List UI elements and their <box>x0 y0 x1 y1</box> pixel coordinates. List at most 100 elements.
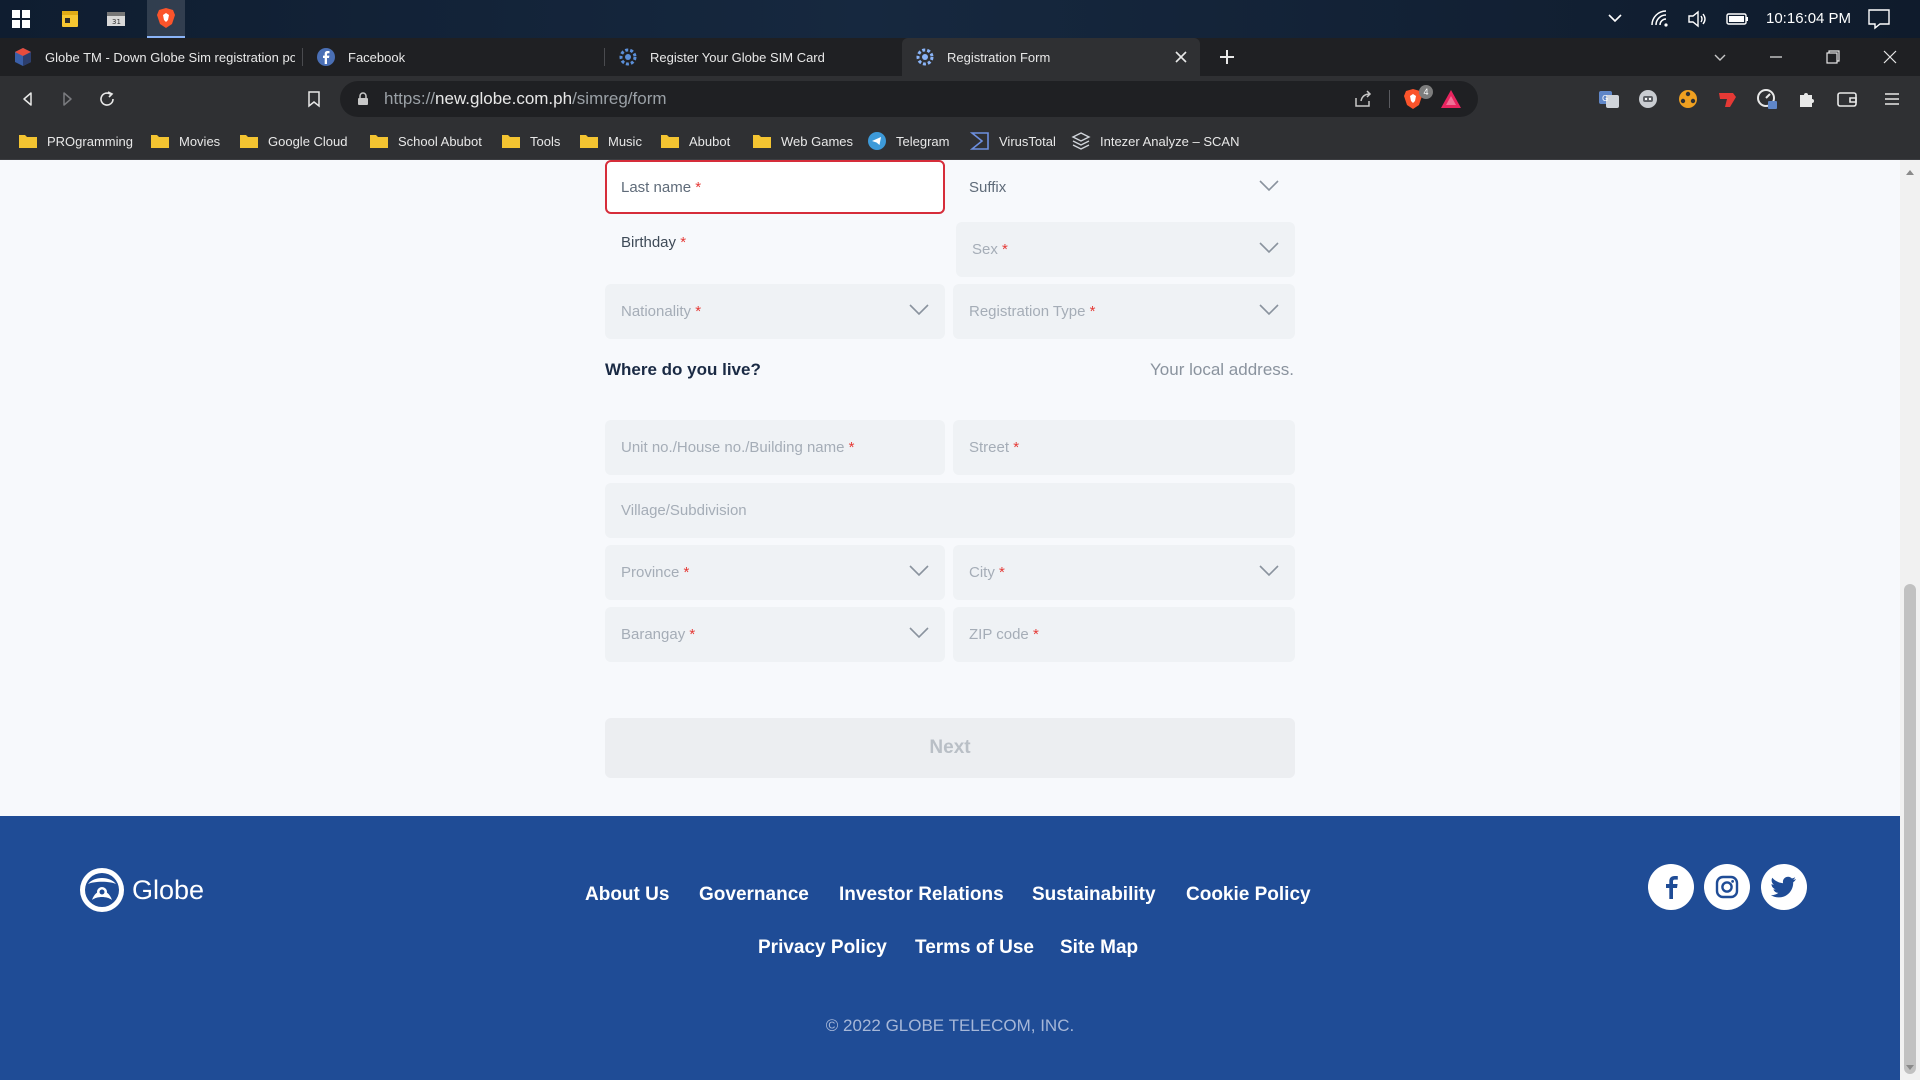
url-host: new.globe.com.ph <box>435 89 573 108</box>
new-tab-icon[interactable] <box>1218 48 1236 66</box>
sex-select[interactable]: Sex * <box>956 222 1295 277</box>
chevron-down-icon <box>1259 564 1279 578</box>
zip-code-input[interactable]: ZIP code * <box>953 607 1295 662</box>
url-text[interactable]: https://new.globe.com.ph/simreg/form <box>384 81 667 117</box>
bookmark-label: School Abubot <box>398 133 482 149</box>
chevron-down-icon <box>909 564 929 578</box>
bookmark-intezer[interactable]: Intezer Analyze – SCAN <box>1071 122 1239 160</box>
tab-search-chevron-icon[interactable] <box>1692 38 1748 76</box>
globe-logo-icon <box>78 866 126 914</box>
brave-rewards-icon[interactable] <box>1440 89 1462 109</box>
tab-registration-form[interactable]: Registration Form <box>902 38 1200 76</box>
extension-robot-icon[interactable] <box>1635 86 1661 112</box>
facebook-favicon <box>315 46 337 68</box>
scroll-up-arrow-icon[interactable] <box>1904 166 1916 178</box>
registration-type-select[interactable]: Registration Type * <box>953 284 1295 339</box>
street-input[interactable]: Street * <box>953 420 1295 475</box>
notification-center-icon[interactable] <box>1867 8 1891 30</box>
unit-label: Unit no./House no./Building name * <box>621 420 855 475</box>
zip-label: ZIP code * <box>969 607 1039 662</box>
barangay-select[interactable]: Barangay * <box>605 607 945 662</box>
scrollbar-thumb[interactable] <box>1904 584 1916 1074</box>
bookmark-school-abubot[interactable]: School Abubot <box>369 122 482 160</box>
suffix-select[interactable]: Suffix <box>953 160 1295 214</box>
bookmark-virustotal[interactable]: VirusTotal <box>970 122 1056 160</box>
bookmark-icon[interactable] <box>299 84 329 114</box>
globe-brand-text: Globe <box>132 874 205 905</box>
bookmark-abubot[interactable]: Abubot <box>660 122 730 160</box>
twitter-icon[interactable] <box>1761 864 1807 910</box>
footer-link-sustainability[interactable]: Sustainability <box>1032 884 1156 906</box>
tab-register-sim[interactable]: Register Your Globe SIM Card <box>605 38 900 76</box>
nationality-select[interactable]: Nationality * <box>605 284 945 339</box>
sticky-notes-icon[interactable] <box>55 4 85 34</box>
last-name-label: Last name * <box>621 162 701 217</box>
intezer-icon <box>1071 132 1091 150</box>
last-name-input[interactable]: Last name * <box>605 160 945 214</box>
bookmark-tools[interactable]: Tools <box>501 122 560 160</box>
volume-icon[interactable] <box>1686 9 1708 29</box>
taskbar-clock[interactable]: 10:16:04 PM <box>1766 0 1851 38</box>
page-scrollbar[interactable] <box>1900 160 1920 1080</box>
village-subdivision-input[interactable]: Village/Subdivision <box>605 483 1295 538</box>
facebook-icon[interactable] <box>1648 864 1694 910</box>
next-button[interactable]: Next <box>605 718 1295 778</box>
province-select[interactable]: Province * <box>605 545 945 600</box>
footer-link-cookie-policy[interactable]: Cookie Policy <box>1186 884 1311 906</box>
globe-logo[interactable]: Globe <box>78 866 204 914</box>
field-label-text: Street <box>969 439 1010 456</box>
suffix-label: Suffix <box>969 179 1007 196</box>
province-label: Province * <box>621 545 689 600</box>
bookmark-music[interactable]: Music <box>579 122 642 160</box>
instagram-icon[interactable] <box>1704 864 1750 910</box>
tab-globe-tm[interactable]: Globe TM - Down Globe Sim registration p… <box>0 38 302 76</box>
close-window-icon[interactable] <box>1862 38 1918 76</box>
share-icon[interactable] <box>1353 90 1373 108</box>
folder-icon <box>579 133 599 149</box>
unit-house-building-input[interactable]: Unit no./House no./Building name * <box>605 420 945 475</box>
bookmark-web-games[interactable]: Web Games <box>752 122 853 160</box>
bookmark-telegram[interactable]: Telegram <box>867 122 949 160</box>
show-hidden-icons-icon[interactable] <box>1606 9 1624 27</box>
footer-link-investor-relations[interactable]: Investor Relations <box>839 884 1004 906</box>
extensions-puzzle-icon[interactable] <box>1794 86 1820 112</box>
reload-icon[interactable] <box>92 84 122 114</box>
brave-browser-icon[interactable] <box>147 0 185 38</box>
address-bar[interactable]: https://new.globe.com.ph/simreg/form 4 <box>340 81 1478 117</box>
footer-link-about-us[interactable]: About Us <box>585 884 669 906</box>
footer-link-governance[interactable]: Governance <box>699 884 809 906</box>
field-label-text: Barangay <box>621 626 686 643</box>
google-translate-icon[interactable]: G <box>1596 86 1622 112</box>
restore-icon[interactable] <box>1805 38 1861 76</box>
footer-link-privacy-policy[interactable]: Privacy Policy <box>758 937 887 959</box>
bookmark-programming[interactable]: PROgramming <box>18 122 133 160</box>
extension-speedometer-icon[interactable] <box>1754 86 1780 112</box>
lock-icon[interactable] <box>357 92 369 106</box>
folder-icon <box>752 133 772 149</box>
city-select[interactable]: City * <box>953 545 1295 600</box>
wallet-icon[interactable] <box>1834 86 1860 112</box>
close-tab-icon[interactable] <box>1172 48 1190 66</box>
bookmark-label: Telegram <box>896 133 950 149</box>
bookmark-google-cloud[interactable]: Google Cloud <box>239 122 348 160</box>
street-label: Street * <box>969 420 1019 475</box>
battery-icon[interactable] <box>1726 10 1750 28</box>
wifi-icon[interactable] <box>1650 9 1672 29</box>
minimize-icon[interactable] <box>1748 38 1804 76</box>
back-icon[interactable] <box>13 84 43 114</box>
scroll-down-arrow-icon[interactable] <box>1904 1062 1916 1074</box>
footer-link-terms-of-use[interactable]: Terms of Use <box>915 937 1034 959</box>
forward-icon[interactable] <box>52 84 82 114</box>
tab-facebook[interactable]: Facebook <box>303 38 603 76</box>
menu-hamburger-icon[interactable] <box>1879 86 1905 112</box>
birthday-input[interactable]: Birthday * <box>605 222 945 266</box>
calendar-app-icon[interactable]: 31 <box>101 4 131 34</box>
globe-favicon <box>12 46 34 68</box>
bookmark-movies[interactable]: Movies <box>150 122 220 160</box>
windows-start-icon[interactable] <box>6 4 36 34</box>
chevron-down-icon <box>1259 241 1279 255</box>
footer-link-site-map[interactable]: Site Map <box>1060 937 1138 959</box>
field-label-text: Registration Type <box>969 303 1086 320</box>
extension-film-reel-icon[interactable] <box>1675 86 1701 112</box>
extension-red-icon[interactable] <box>1714 86 1740 112</box>
